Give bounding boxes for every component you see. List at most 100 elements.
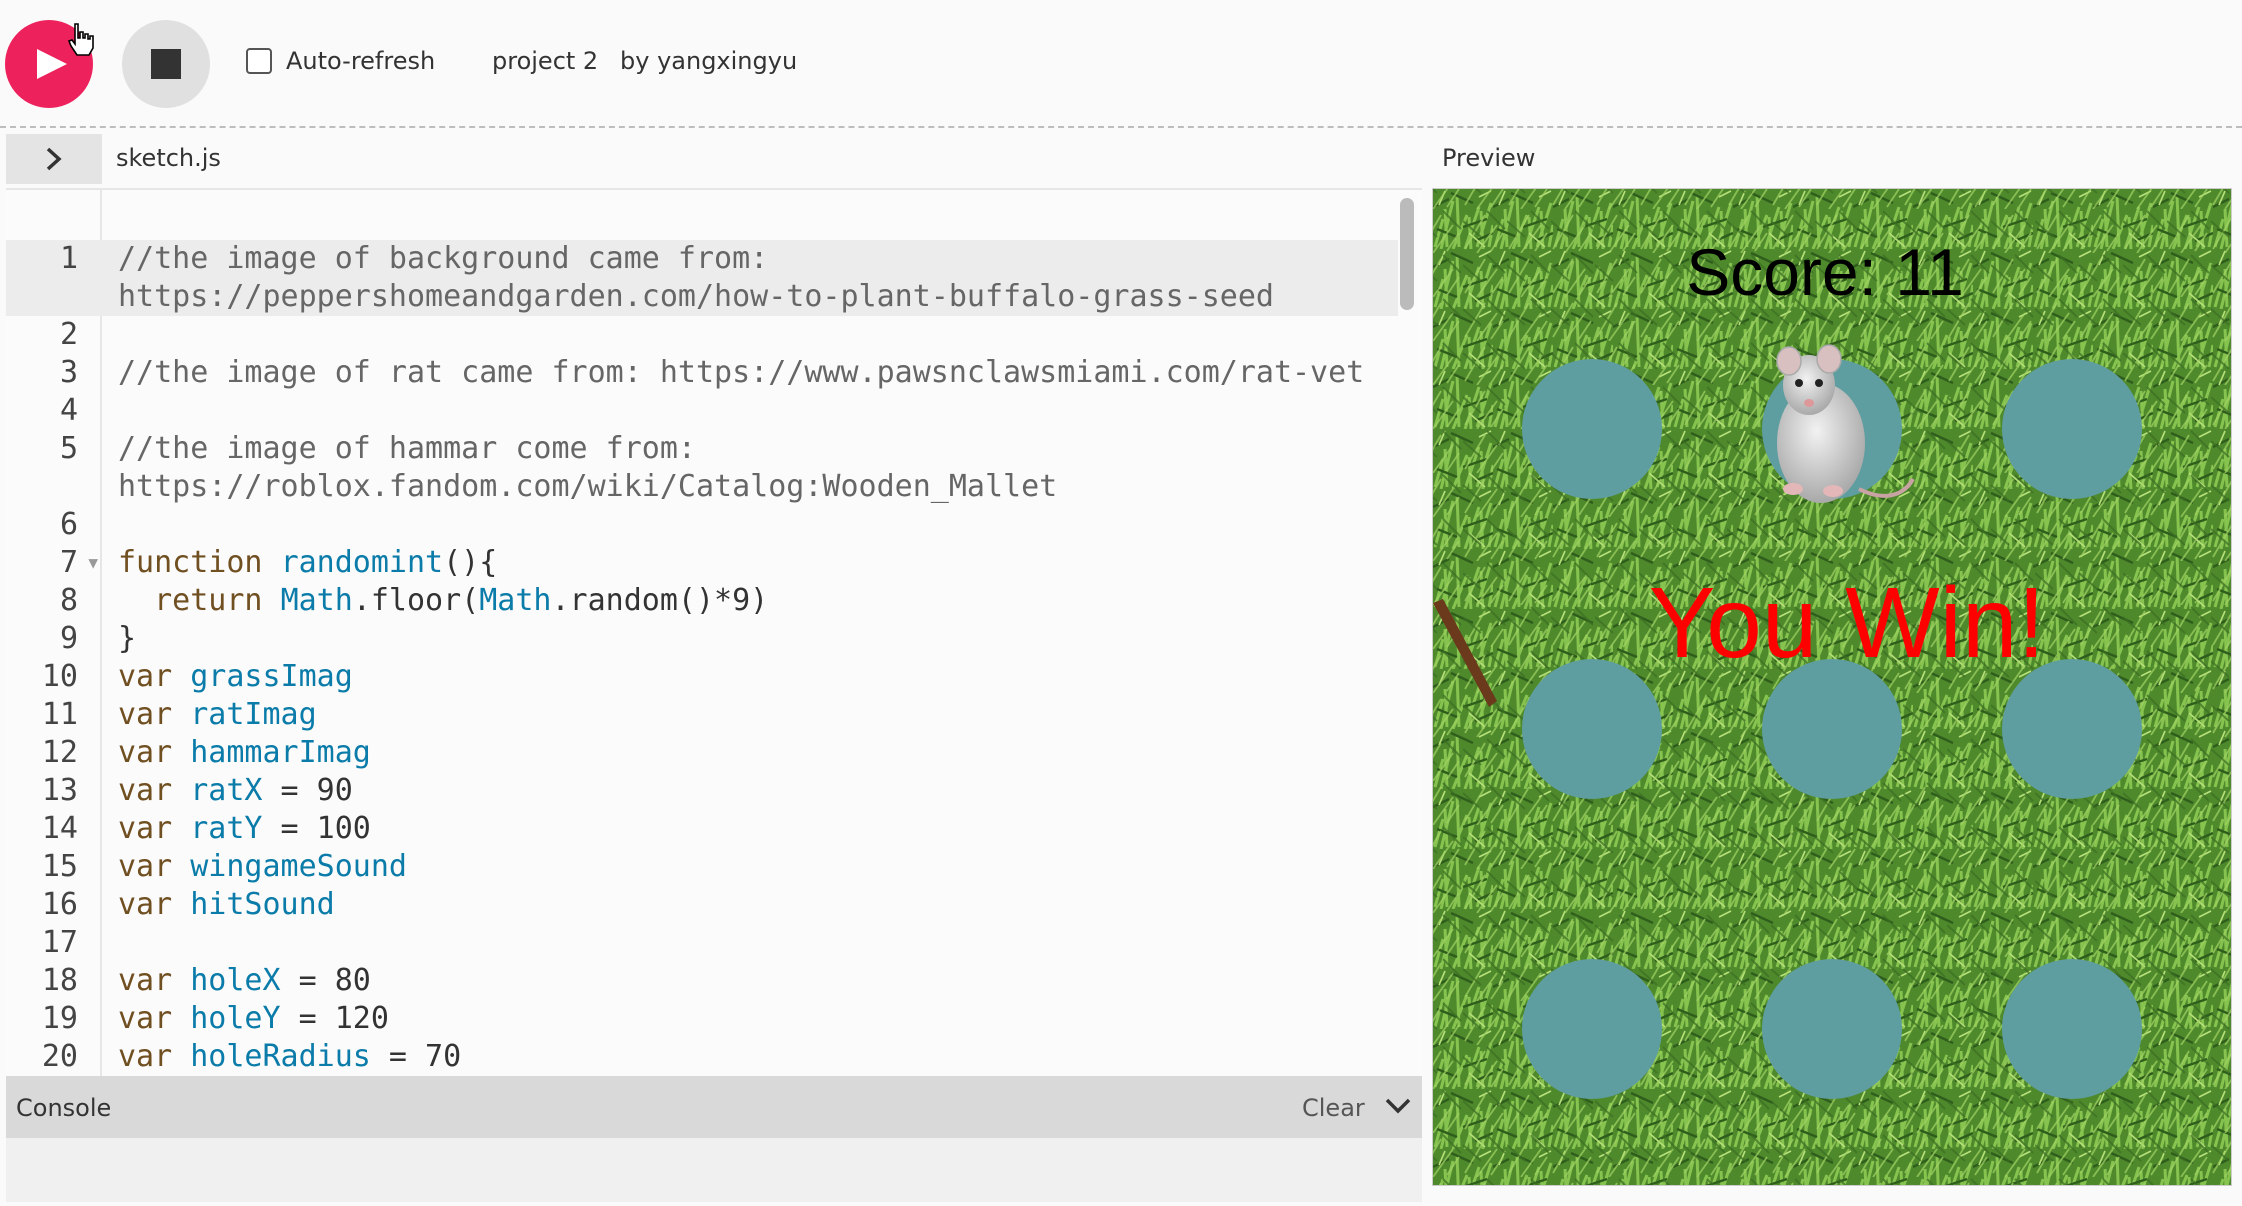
auto-refresh-label: Auto-refresh: [286, 47, 436, 75]
code-text: var ratY = 100: [118, 811, 371, 846]
console-title: Console: [16, 1094, 112, 1122]
fold-arrow-icon[interactable]: ▼: [88, 544, 98, 582]
author-name[interactable]: by yangxingyu: [620, 47, 797, 75]
code-line[interactable]: 6: [6, 506, 1398, 544]
line-number: 1: [59, 241, 78, 276]
hole-3[interactable]: [2002, 359, 2142, 499]
stop-button[interactable]: [122, 20, 210, 108]
hole-5[interactable]: [1762, 659, 1902, 799]
code-line[interactable]: 10 var grassImag: [6, 658, 1398, 696]
code-text: var holeRadius = 70: [118, 1039, 462, 1074]
line-number: 8: [59, 583, 78, 618]
code-line[interactable]: 1 //the image of background came from:: [6, 240, 1398, 278]
code-line[interactable]: 13 var ratX = 90: [6, 772, 1398, 810]
code-text: var holeX = 80: [118, 963, 371, 998]
line-number: 19: [41, 1001, 78, 1036]
line-number: 11: [41, 697, 78, 732]
line-number: 15: [41, 849, 78, 884]
code-text: //the image of background came from:: [118, 241, 769, 276]
code-line[interactable]: 12 var hammarImag: [6, 734, 1398, 772]
code-line[interactable]: 20 var holeRadius = 70: [6, 1038, 1398, 1076]
score-text: Score: 11: [1686, 235, 1964, 309]
code-line[interactable]: 19 var holeY = 120: [6, 1000, 1398, 1038]
auto-refresh-toggle[interactable]: Auto-refresh: [246, 47, 435, 75]
code-editor[interactable]: 1//the image of background came from: htt…: [6, 188, 1422, 1076]
line-number: 16: [41, 887, 78, 922]
code-line[interactable]: 18 var holeX = 80: [6, 962, 1398, 1000]
line-number: 12: [41, 735, 78, 770]
chevron-right-icon: [46, 147, 62, 171]
code-line[interactable]: 11 var ratImag: [6, 696, 1398, 734]
code-line[interactable]: 16 var hitSound: [6, 886, 1398, 924]
line-number: 2: [59, 317, 78, 352]
preview-label: Preview: [1442, 144, 1536, 172]
console-header: Console Clear: [6, 1076, 1422, 1138]
file-tab[interactable]: sketch.js: [116, 144, 221, 172]
code-line[interactable]: 17: [6, 924, 1398, 962]
hole-9[interactable]: [2002, 959, 2142, 1099]
line-number: 14: [41, 811, 78, 846]
line-number: 18: [41, 963, 78, 998]
console-output: [6, 1138, 1422, 1202]
code-text: var grassImag: [118, 659, 353, 694]
code-line[interactable]: 14 var ratY = 100: [6, 810, 1398, 848]
code-line[interactable]: 15 var wingameSound: [6, 848, 1398, 886]
line-number: 4: [59, 393, 78, 428]
line-number: 13: [41, 773, 78, 808]
code-text: var hitSound: [118, 887, 335, 922]
line-number: [6, 278, 102, 316]
code-area[interactable]: 1//the image of background came from: htt…: [6, 240, 1398, 1076]
editor-header: sketch.js: [0, 130, 1420, 188]
line-number: 20: [41, 1039, 78, 1074]
code-text: function randomint(){: [118, 545, 498, 580]
code-line[interactable]: 5 //the image of hammar come from:: [6, 430, 1398, 468]
line-number: 10: [41, 659, 78, 694]
line-number: [6, 468, 102, 506]
preview-canvas[interactable]: Score: 11 You Win!: [1433, 189, 2232, 1186]
line-number: 5: [59, 431, 78, 466]
code-text: var hammarImag: [118, 735, 371, 770]
hole-1[interactable]: [1522, 359, 1662, 499]
code-text: var wingameSound: [118, 849, 407, 884]
code-text: //the image of rat came from: https://ww…: [118, 355, 1365, 390]
code-text: var holeY = 120: [118, 1001, 389, 1036]
project-name[interactable]: project 2: [492, 47, 598, 75]
editor-scrollbar[interactable]: [1400, 198, 1414, 310]
line-number: 17: [41, 925, 78, 960]
win-message: You Win!: [1649, 567, 2046, 679]
stop-icon: [151, 49, 181, 79]
hole-7[interactable]: [1522, 959, 1662, 1099]
sidebar-toggle-button[interactable]: [6, 134, 102, 184]
auto-refresh-checkbox[interactable]: [246, 48, 272, 74]
code-line[interactable]: 9}: [6, 620, 1398, 658]
code-text: https://peppershomeandgarden.com/how-to-…: [118, 279, 1274, 314]
code-line[interactable]: 2: [6, 316, 1398, 354]
hole-8[interactable]: [1762, 959, 1902, 1099]
code-line[interactable]: https://roblox.fandom.com/wiki/Catalog:W…: [6, 468, 1398, 506]
code-text: var ratImag: [118, 697, 317, 732]
console-clear-button[interactable]: Clear: [1302, 1094, 1365, 1122]
code-text: return Math.floor(Math.random()*9): [154, 583, 769, 618]
hole-6[interactable]: [2002, 659, 2142, 799]
code-text: }: [118, 621, 137, 656]
code-line[interactable]: 8 return Math.floor(Math.random()*9): [6, 582, 1398, 620]
code-text: //the image of hammar come from:: [118, 431, 696, 466]
code-line[interactable]: 3 //the image of rat came from: https://w…: [6, 354, 1398, 392]
hole-4[interactable]: [1522, 659, 1662, 799]
line-number: 7 ▼: [59, 544, 98, 582]
line-number: 6: [59, 507, 78, 542]
code-line[interactable]: 7 ▼ function randomint(){: [6, 544, 1398, 582]
hand-cursor-icon: [67, 23, 94, 56]
chevron-down-icon[interactable]: [1384, 1096, 1412, 1116]
code-line[interactable]: https://peppershomeandgarden.com/how-to-…: [6, 278, 1398, 316]
toolbar: Auto-refresh project 2 by yangxingyu: [0, 0, 2242, 128]
line-number: 9: [59, 621, 78, 656]
line-number: 3: [59, 355, 78, 390]
code-line[interactable]: 4: [6, 392, 1398, 430]
play-icon: [37, 49, 67, 79]
sketch-preview[interactable]: Score: 11 You Win!: [1432, 188, 2232, 1186]
